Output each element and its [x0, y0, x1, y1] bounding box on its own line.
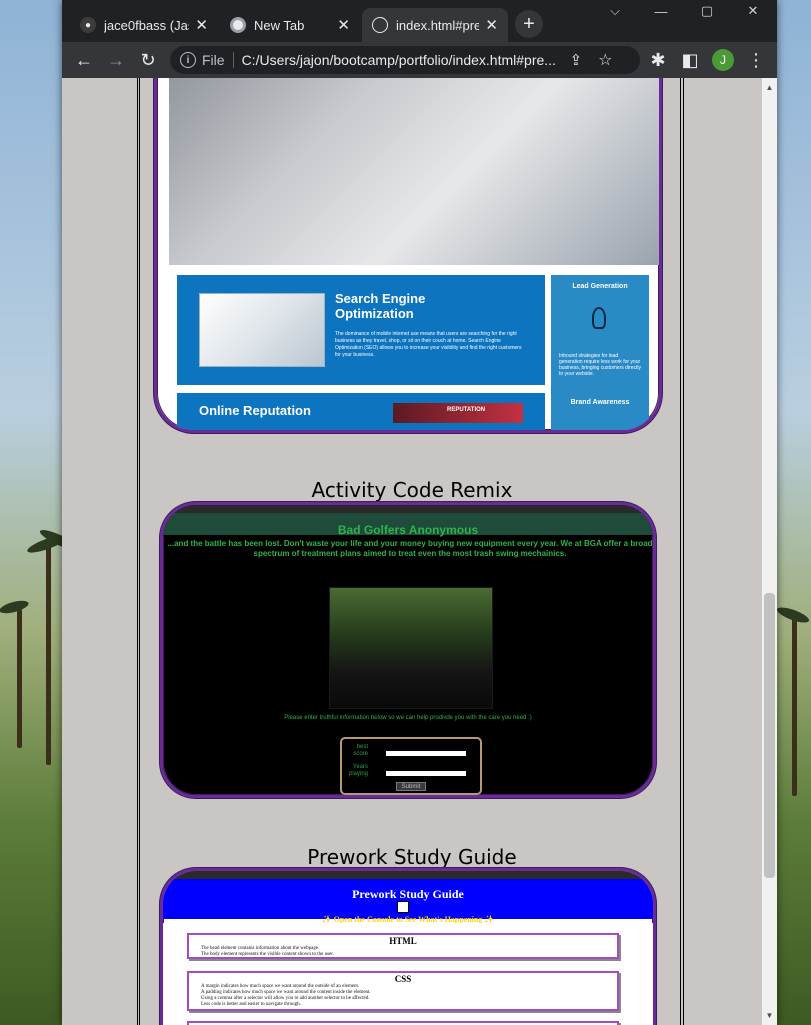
- form-label-years: Years playing: [348, 764, 368, 777]
- reload-button[interactable]: ↻: [136, 48, 160, 72]
- seo-text: The dominance of mobile internet use mea…: [335, 331, 522, 358]
- menu-icon[interactable]: ⋮: [744, 48, 768, 72]
- golfer-photo: [329, 587, 493, 709]
- project-frame-marketing[interactable]: Search Engine Optimization The dominance…: [154, 78, 662, 433]
- seo-heading: Search Engine Optimization: [335, 291, 426, 321]
- brand-awareness-heading: Brand Awareness: [570, 399, 630, 406]
- form-prompt: Please enter truthful information below …: [284, 715, 532, 721]
- golfer-form: best score Years playing Submit: [340, 737, 482, 795]
- card-item: A margin indicates how much space we wan…: [201, 984, 360, 989]
- embedded-browser-bar: [163, 505, 653, 513]
- card-item: The body element represents the visible …: [201, 952, 334, 957]
- column-border-left: [137, 78, 140, 1025]
- reputation-image: REPUTATION: [393, 403, 523, 423]
- back-button[interactable]: ←: [72, 48, 96, 72]
- project-frame-study-guide[interactable]: Prework Study Guide ✨ Open the Console t…: [160, 868, 656, 1025]
- browser-window: ● jace0fbass (Jaso ✕ New Tab ✕ index.htm…: [62, 0, 777, 1025]
- score-input[interactable]: [386, 751, 466, 756]
- url-text[interactable]: C:/Users/jajon/bootcamp/portfolio/index.…: [242, 52, 562, 68]
- omnibox-divider: [232, 52, 234, 68]
- next-card: [187, 1021, 619, 1025]
- years-input[interactable]: [386, 771, 466, 776]
- close-icon[interactable]: ✕: [485, 16, 498, 34]
- tab-title: jace0fbass (Jaso: [104, 17, 189, 33]
- page-scrollbar[interactable]: ▲ ▼: [762, 78, 777, 1025]
- seo-illustration: [199, 293, 325, 367]
- submit-button[interactable]: Submit: [396, 782, 426, 791]
- minimize-button[interactable]: —: [638, 0, 684, 22]
- css-card: CSS A margin indicates how much space we…: [187, 971, 619, 1011]
- new-tab-button[interactable]: +: [515, 10, 543, 38]
- lead-generation-text: Inbound strategies for lead generation r…: [559, 353, 641, 377]
- lead-generation-icon: [592, 307, 606, 329]
- column-border-right: [680, 78, 684, 1025]
- lead-generation-heading: Lead Generation: [572, 283, 628, 290]
- html-card: HTML The head element contains informati…: [187, 933, 619, 959]
- maximize-button[interactable]: ▢: [684, 0, 730, 22]
- scrollbar-thumb[interactable]: [764, 593, 775, 878]
- console-banner: ✨ Open the Console to See What's Happeni…: [321, 915, 495, 923]
- scroll-up-icon[interactable]: ▲: [762, 80, 777, 95]
- page-heading: Bad Golfers Anonymous: [337, 523, 479, 537]
- tab-search-button[interactable]: ⌵: [592, 0, 638, 22]
- embedded-browser-bar: [163, 871, 653, 879]
- guide-heading: Prework Study Guide: [352, 887, 464, 901]
- scroll-down-icon[interactable]: ▼: [762, 1008, 777, 1023]
- project-frame-bad-golfers[interactable]: Bad Golfers Anonymous ...and the battle …: [160, 502, 656, 798]
- close-icon[interactable]: ✕: [337, 16, 350, 34]
- tab-new-tab[interactable]: New Tab ✕: [220, 8, 360, 42]
- team-meeting-photo: [169, 78, 659, 265]
- close-icon[interactable]: ✕: [195, 16, 208, 34]
- card-title: HTML: [389, 936, 417, 946]
- close-window-button[interactable]: ✕: [730, 0, 776, 22]
- star-icon[interactable]: ☆: [598, 50, 612, 70]
- form-label-score: best score: [353, 744, 368, 757]
- logo-icon: [397, 901, 409, 913]
- reputation-image-label: REPUTATION: [447, 407, 486, 413]
- seo-panel: Search Engine Optimization The dominance…: [177, 275, 545, 385]
- tab-github[interactable]: ● jace0fbass (Jaso ✕: [70, 8, 218, 42]
- globe-icon: [372, 17, 388, 33]
- card-item: A padding indicates how much space we wa…: [201, 990, 371, 995]
- section-title-activity: Activity Code Remix: [311, 478, 513, 502]
- tab-title: New Tab: [254, 17, 305, 33]
- tab-strip: ● jace0fbass (Jaso ✕ New Tab ✕ index.htm…: [62, 0, 777, 42]
- online-reputation-panel: Online Reputation REPUTATION: [177, 393, 545, 430]
- tab-index[interactable]: index.html#pre ✕: [362, 8, 508, 42]
- desktop-palm-small: [0, 598, 35, 750]
- card-item: Using a comma after a selector will allo…: [201, 996, 370, 1001]
- intro-text: ...and the battle has been lost. Don't w…: [167, 539, 653, 558]
- card-item: Less code is better and easier to naviga…: [201, 1002, 301, 1007]
- info-icon[interactable]: i: [180, 52, 196, 68]
- online-reputation-heading: Online Reputation: [199, 403, 311, 418]
- section-title-prework: Prework Study Guide: [307, 845, 517, 869]
- scheme-label: File: [202, 52, 225, 68]
- forward-button[interactable]: →: [104, 48, 128, 72]
- lead-generation-panel: Lead Generation Inbound strategies for l…: [551, 275, 649, 430]
- address-bar[interactable]: i File C:/Users/jajon/bootcamp/portfolio…: [170, 46, 640, 74]
- extensions-icon[interactable]: ✱: [646, 48, 670, 72]
- tab-title: index.html#pre: [396, 17, 480, 33]
- browser-toolbar: ← → ↻ i File C:/Users/jajon/bootcamp/por…: [62, 42, 777, 78]
- desktop-palm-right: [775, 604, 811, 800]
- card-title: CSS: [394, 974, 412, 984]
- page-viewport: Search Engine Optimization The dominance…: [62, 78, 762, 1025]
- card-item: The head element contains information ab…: [201, 946, 320, 951]
- profile-avatar[interactable]: J: [712, 49, 734, 71]
- share-icon[interactable]: ⇪: [570, 51, 583, 69]
- sidebar-icon[interactable]: ◧: [678, 48, 702, 72]
- chrome-icon: [230, 17, 246, 33]
- github-icon: ●: [80, 17, 96, 33]
